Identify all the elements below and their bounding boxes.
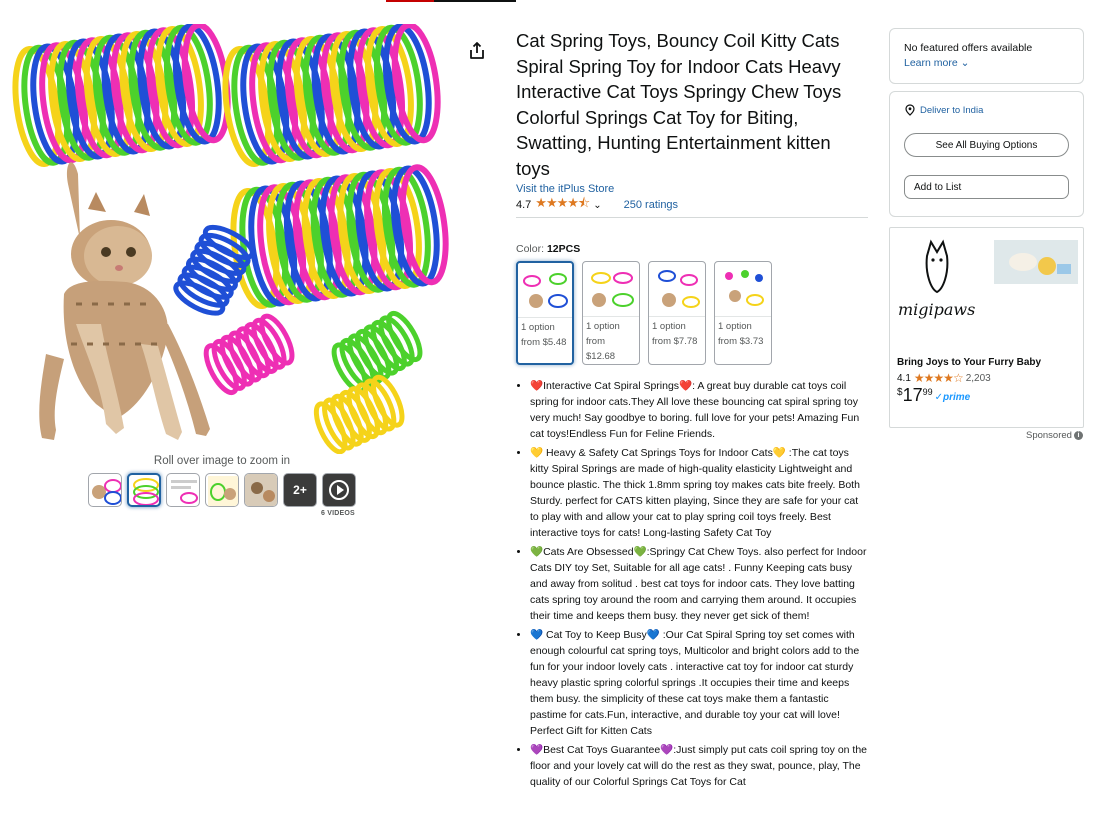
- videos-count-label: 6 VIDEOS: [321, 510, 355, 517]
- swatch-image: [649, 262, 705, 317]
- learn-more-label: Learn more: [904, 57, 958, 69]
- deliver-to-link[interactable]: Deliver to India: [904, 104, 1069, 116]
- thumbnail-strip: 2+: [88, 473, 356, 507]
- offer-box: No featured offers available Learn more …: [889, 28, 1084, 84]
- thumbnail-1[interactable]: [88, 473, 122, 507]
- rating-row: 4.7 ★★★★⯪ ⌄ 250 ratings: [516, 194, 868, 216]
- feature-bullet: 💛 Heavy & Safety Cat Springs Toys for In…: [530, 445, 868, 541]
- swatch-options: 1 option: [586, 321, 620, 332]
- color-value: 12PCS: [546, 243, 581, 255]
- play-icon: [329, 480, 349, 500]
- swatch-option-4[interactable]: 1 option from $3.73: [714, 261, 772, 365]
- sponsored-label[interactable]: Sponsored i: [1026, 430, 1083, 441]
- feature-bullets: ❤️Interactive Cat Spiral Springs❤️: A gr…: [516, 378, 868, 790]
- thumbnail-2[interactable]: [127, 473, 161, 507]
- color-label: Color:: [516, 243, 545, 255]
- ad-stars-icon: ★★★★☆: [913, 371, 964, 385]
- swatch-price: from $3.73: [718, 336, 764, 347]
- ad-price: $ 17 99 ✓prime: [897, 385, 970, 405]
- more-thumbnails-button[interactable]: 2+: [283, 473, 317, 507]
- swatch-options: 1 option: [652, 321, 686, 332]
- product-details: Cat Spring Toys, Bouncy Coil Kitty Cats …: [516, 28, 868, 793]
- ad-brand-name: migipaws: [898, 300, 976, 319]
- swatch-option-2[interactable]: 1 option from $12.68: [582, 261, 640, 365]
- sponsored-text: Sponsored: [1026, 430, 1072, 441]
- swatch-image: [583, 262, 639, 317]
- product-photo: [6, 24, 450, 454]
- swatch-option-1[interactable]: 1 option from $5.48: [516, 261, 574, 365]
- video-thumbnail[interactable]: [322, 473, 356, 507]
- ad-rating: 4.1 ★★★★☆ 2,203: [897, 371, 991, 385]
- rating-stars-icon[interactable]: ★★★★⯪: [535, 194, 590, 216]
- ad-rating-count: 2,203: [965, 372, 991, 384]
- location-pin-icon: [905, 104, 915, 116]
- rating-value: 4.7: [516, 199, 532, 211]
- zoom-hint: Roll over image to zoom in: [153, 455, 291, 467]
- color-swatches: 1 option from $5.48 1 option from $12.68 1…: [516, 261, 868, 365]
- swatch-options: 1 option: [718, 321, 752, 332]
- swatch-image: [715, 262, 771, 317]
- ad-rating-value: 4.1: [897, 372, 911, 384]
- swatch-price: from $12.68: [586, 336, 616, 362]
- chevron-down-icon: ⌄: [960, 57, 970, 69]
- info-icon: i: [1073, 431, 1083, 440]
- see-all-buying-options-button[interactable]: See All Buying Options: [904, 133, 1069, 157]
- thumbnail-5[interactable]: [244, 473, 278, 507]
- add-to-list-button[interactable]: Add to List: [904, 175, 1069, 199]
- ad-brand-logo: [925, 239, 1078, 294]
- ad-title: Bring Joys to Your Furry Baby: [897, 357, 1042, 368]
- swatch-option-3[interactable]: 1 option from $7.78: [648, 261, 706, 365]
- feature-bullet: 💚Cats Are Obsessed💚:Springy Cat Chew Toy…: [530, 544, 868, 624]
- sponsored-ad[interactable]: migipaws Bring Joys to Your Furry Baby 4…: [889, 227, 1084, 428]
- swatch-options: 1 option: [521, 322, 555, 333]
- thumbnail-4[interactable]: [205, 473, 239, 507]
- top-accent-bar: [386, 0, 516, 2]
- swatch-price: from $7.78: [652, 336, 698, 347]
- color-selector-label: Color: 12PCS: [516, 243, 868, 255]
- swatch-price: from $5.48: [521, 337, 567, 348]
- deliver-label: Deliver to India: [920, 104, 984, 116]
- buy-box: Deliver to India See All Buying Options …: [889, 91, 1084, 217]
- feature-bullet: ❤️Interactive Cat Spiral Springs❤️: A gr…: [530, 378, 868, 442]
- chevron-down-icon[interactable]: ⌄: [593, 200, 601, 211]
- ratings-count-link[interactable]: 250 ratings: [624, 199, 678, 211]
- main-product-image[interactable]: [6, 24, 450, 454]
- feature-bullet: 💙 Cat Toy to Keep Busy💙 :Our Cat Spiral …: [530, 627, 868, 739]
- share-icon[interactable]: [466, 40, 488, 62]
- feature-bullet: 💜Best Cat Toys Guarantee💜:Just simply pu…: [530, 742, 868, 790]
- no-offers-text: No featured offers available: [904, 42, 1033, 54]
- price-whole: 17: [902, 385, 923, 405]
- price-fraction: 99: [922, 387, 933, 397]
- divider: [516, 217, 868, 218]
- learn-more-link[interactable]: Learn more ⌄: [904, 57, 969, 69]
- product-title: Cat Spring Toys, Bouncy Coil Kitty Cats …: [516, 30, 842, 179]
- prime-badge: ✓prime: [934, 392, 971, 403]
- thumbnail-3[interactable]: [166, 473, 200, 507]
- swatch-image: [518, 263, 572, 318]
